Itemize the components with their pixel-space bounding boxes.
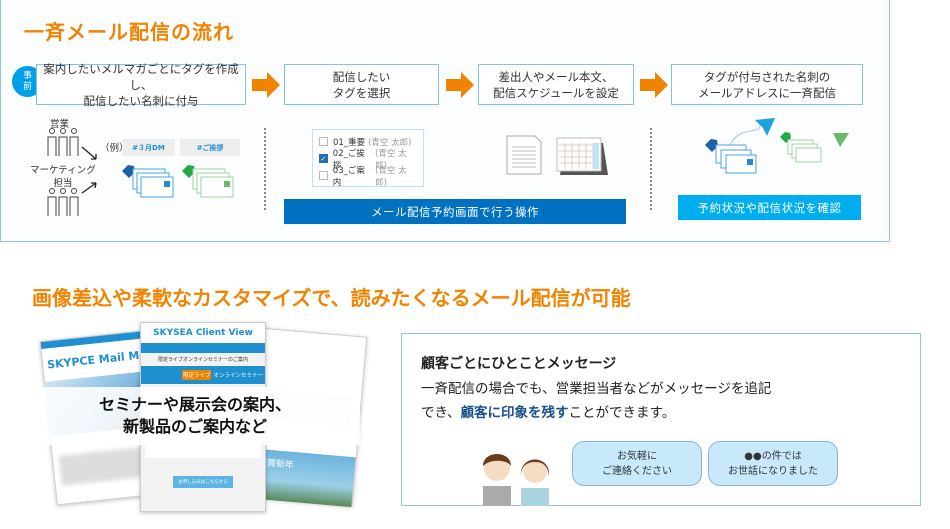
step-1: 案内したいメルマガごとにタグを作成し、 配信したい名刺に付与 [36, 62, 246, 108]
tag-owner: (青空 太郎) [375, 165, 407, 188]
tag-option[interactable]: 03_ご案内 (青空 太郎) [319, 166, 417, 188]
tag-name: 03_ご案内 [332, 165, 365, 188]
people-icon [47, 188, 79, 216]
custom-title: 画像差込や柔軟なカスタマイズで、読みたくなるメール配信が可能 [32, 286, 631, 310]
banner-tag: 限定ライブ [181, 370, 212, 380]
tag-march-dm: #３月DM [122, 139, 175, 156]
people-icon [47, 128, 79, 156]
divider [264, 128, 266, 210]
checkbox[interactable] [319, 137, 328, 146]
message-line: 一斉配信の場合でも、営業担当者などがメッセージを追記 [421, 381, 772, 397]
arrows-icon [81, 146, 97, 194]
mail-logo: SKYSEA Client View [141, 323, 265, 343]
send-mail-icon [705, 118, 849, 174]
checkbox[interactable] [319, 171, 328, 180]
document-calendar-icon [506, 135, 608, 175]
step-4: タグが付与された名刺の メールアドレスに一斉配信 [671, 64, 863, 105]
highlight-text: 顧客に印象を残す [460, 405, 569, 421]
staff-avatars-icon [483, 454, 550, 506]
message-body: 一斉配信の場合でも、営業担当者などがメッセージを追記 でき、顧客に印象を残すこと… [421, 377, 771, 425]
message-line: でき、顧客に印象を残すことができます。 [421, 401, 771, 425]
text: ことができます。 [568, 405, 676, 421]
speech-bubble: ●●の件では お世話になりました [708, 441, 838, 486]
step-3: 差出人やメール本文、 配信スケジュールを設定 [478, 64, 634, 105]
speech-bubble: お気軽に ご連絡ください [572, 441, 702, 486]
flow-title: 一斉メール配信の流れ [24, 20, 234, 44]
checkbox-checked[interactable]: ✓ [319, 154, 328, 163]
mail-cta-button: お申し込みはこちらから [173, 476, 233, 488]
text: でき、 [421, 405, 461, 421]
operation-bar: メール配信予約画面で行う操作 [284, 199, 626, 224]
mail-subject: 限定ライブオンラインセミナーのご案内 [157, 357, 248, 363]
arrow-right-icon [252, 72, 280, 98]
tag-select-list: 01_重要 (青空 太郎) ✓ 02_ご挨拶 (青空 太郎) 03_ご案内 (青空 太郎… [312, 129, 424, 188]
arrow-right-icon [446, 72, 474, 98]
step-2: 配信したい タグを選択 [284, 64, 439, 105]
tag-greeting: #ご挨拶 [180, 139, 240, 156]
message-heading: 顧客ごとにひとことメッセージ [421, 356, 617, 372]
divider [650, 128, 652, 210]
banner-text: オンラインセミナー [213, 373, 263, 379]
arrow-right-icon [640, 72, 668, 98]
status-bar: 予約状況や配信状況を確認 [678, 195, 861, 220]
tagged-cards-icon [122, 165, 234, 198]
mail-overlay-caption: セミナーや展示会の案内、 新製品のご案内など [30, 387, 360, 445]
